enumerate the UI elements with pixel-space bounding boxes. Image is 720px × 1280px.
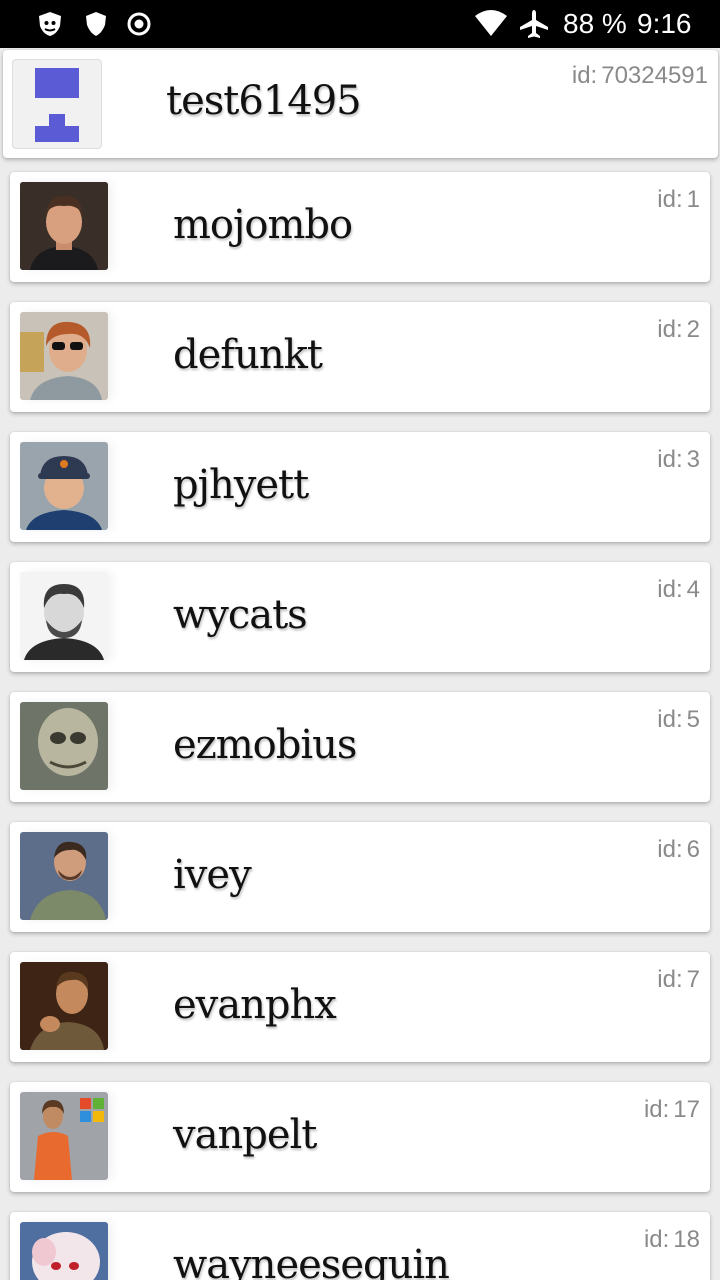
user-name: ivey (173, 852, 252, 898)
avatar (20, 832, 108, 920)
user-name: evanphx (173, 982, 337, 1028)
user-name: mojombo (173, 202, 353, 248)
avatar (20, 572, 108, 660)
list-item[interactable]: vanpelt id: 17 (10, 1082, 710, 1192)
clock: 9:16 (637, 8, 692, 39)
user-id: id: 2 (657, 316, 700, 343)
battery-level: 88 % (563, 8, 627, 39)
list-item[interactable]: pjhyett id: 3 (10, 432, 710, 542)
avatar (13, 60, 101, 148)
user-name: defunkt (173, 332, 323, 378)
shield-icon (86, 12, 106, 36)
user-id: id: 17 (643, 1096, 700, 1123)
user-id: id: 18 (643, 1226, 700, 1253)
current-user-id: id: 70324591 (571, 62, 708, 89)
status-bar: 88 % 9:16 (0, 0, 720, 48)
current-user-card[interactable]: test61495 id: 70324591 (3, 50, 718, 158)
list-item[interactable]: evanphx id: 7 (10, 952, 710, 1062)
user-name: wayneeseguin (173, 1242, 450, 1280)
avatar (20, 702, 108, 790)
user-name: ezmobius (173, 722, 357, 768)
avatar (20, 962, 108, 1050)
list-item[interactable]: wycats id: 4 (10, 562, 710, 672)
list-item[interactable]: ezmobius id: 5 (10, 692, 710, 802)
list-item[interactable]: mojombo id: 1 (10, 172, 710, 282)
record-icon (127, 12, 151, 36)
wifi-icon (475, 10, 507, 36)
identicon-avatar (35, 68, 79, 142)
user-id: id: 4 (657, 576, 700, 603)
current-user-name: test61495 (166, 78, 362, 124)
user-name: vanpelt (173, 1112, 317, 1158)
list-item[interactable]: defunkt id: 2 (10, 302, 710, 412)
avatar (20, 182, 108, 270)
user-list[interactable]: test61495 id: 70324591 mojombo id: 1 def… (0, 48, 720, 1280)
airplane-icon (520, 10, 548, 38)
user-id: id: 3 (657, 446, 700, 473)
user-name: pjhyett (173, 462, 309, 508)
user-id: id: 7 (657, 966, 700, 993)
avatar (20, 312, 108, 400)
avatar (20, 1092, 108, 1180)
list-item[interactable]: ivey id: 6 (10, 822, 710, 932)
security-shield-icon (39, 12, 61, 36)
user-name: wycats (173, 592, 308, 638)
avatar (20, 1222, 108, 1280)
user-id: id: 1 (657, 186, 700, 213)
list-item[interactable]: wayneeseguin id: 18 (10, 1212, 710, 1280)
user-id: id: 6 (657, 836, 700, 863)
avatar (20, 442, 108, 530)
user-id: id: 5 (657, 706, 700, 733)
